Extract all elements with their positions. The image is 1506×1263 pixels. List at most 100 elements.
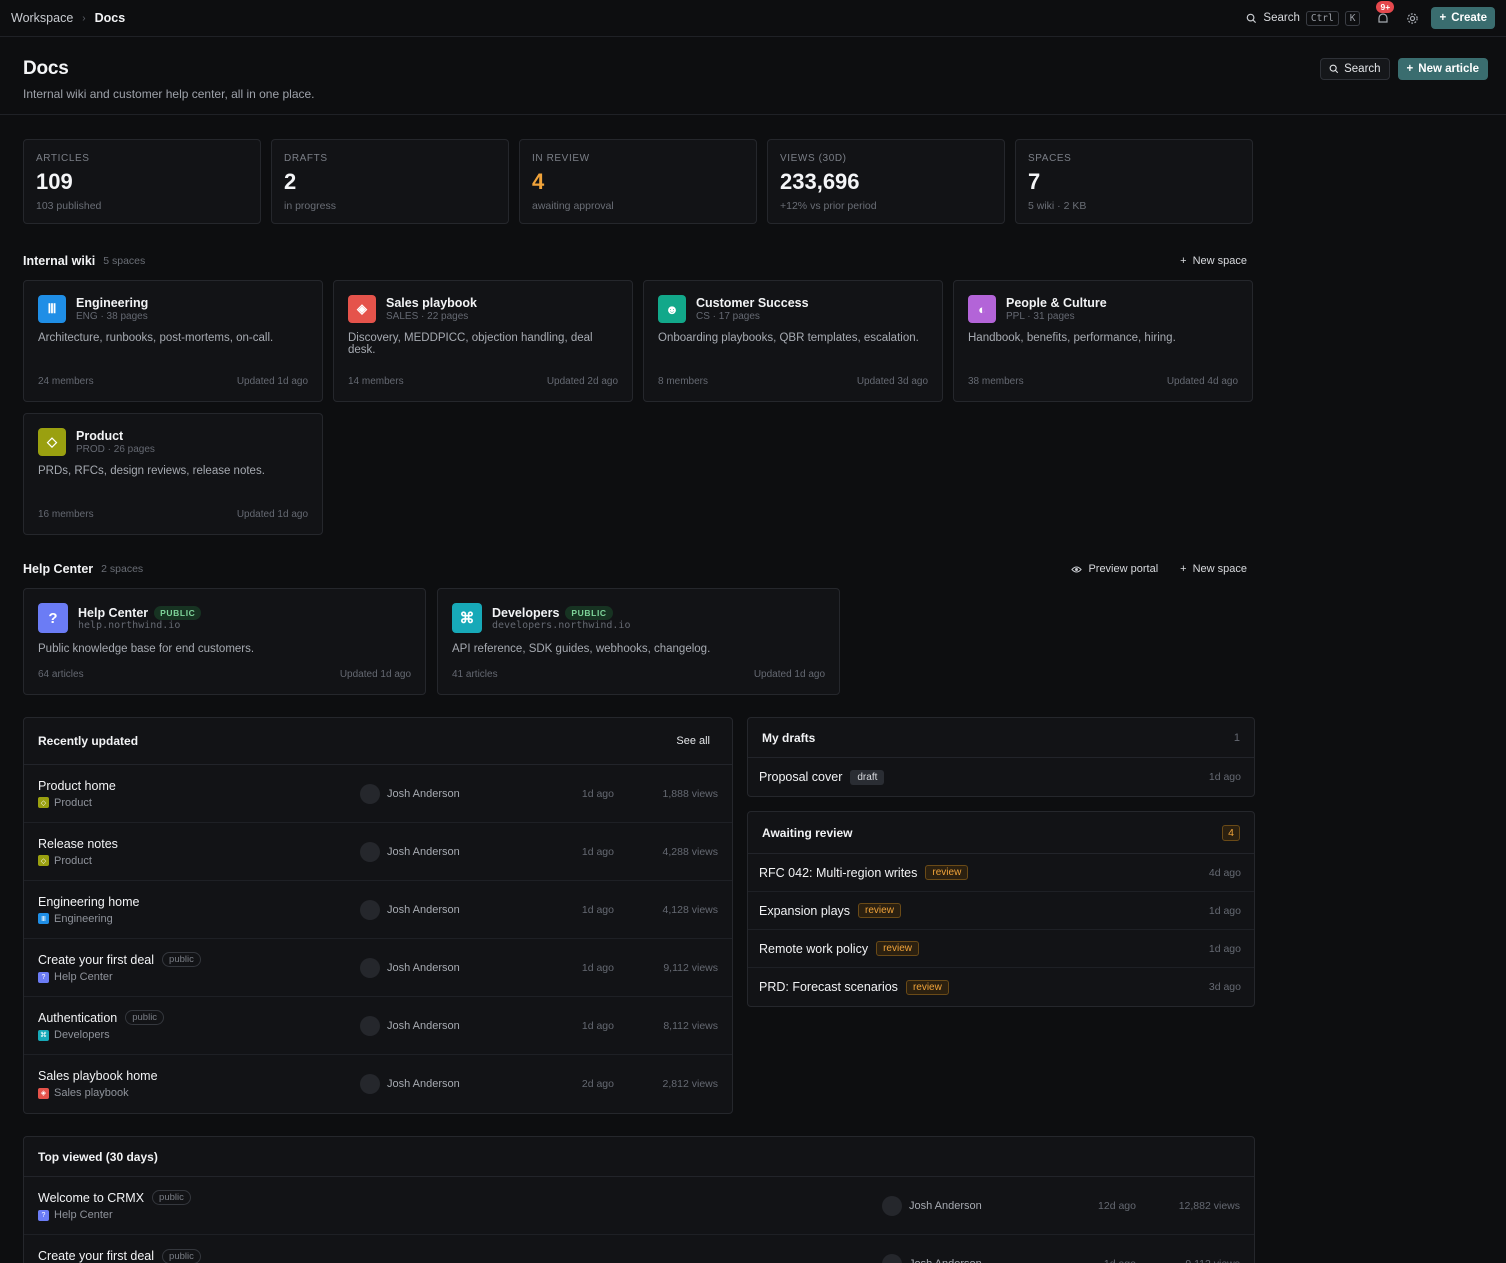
article-space: Help Center bbox=[54, 1209, 113, 1221]
page-header: Docs Internal wiki and customer help cen… bbox=[0, 37, 1506, 115]
preview-portal-button[interactable]: Preview portal bbox=[1071, 563, 1158, 575]
review-row[interactable]: Expansion plays review 1d ago bbox=[748, 892, 1254, 930]
article-title: Welcome to CRMX bbox=[38, 1190, 145, 1205]
updated-time: 1d ago bbox=[581, 1019, 614, 1032]
stat-label: VIEWS (30D) bbox=[780, 153, 847, 164]
space-card[interactable]: ◇ Product PROD · 26 pages PRDs, RFCs, desig… bbox=[23, 413, 323, 535]
article-row[interactable]: Sales playbook home ◈ Sales playbook Josh A… bbox=[24, 1055, 732, 1113]
article-title: Product home bbox=[38, 778, 116, 793]
updated-time: 4d ago bbox=[1208, 866, 1241, 879]
section-count: 2 spaces bbox=[101, 563, 144, 575]
article-row[interactable]: Create your first dealpublic?Help Center… bbox=[24, 939, 732, 997]
notifications-button[interactable]: 9+ bbox=[1372, 1, 1395, 28]
space-members: 8 members bbox=[658, 376, 709, 387]
new-article-button[interactable]: + New article bbox=[1397, 58, 1488, 80]
public-badge: PUBLIC bbox=[565, 605, 613, 620]
space-meta: CS · 17 pages bbox=[696, 311, 760, 322]
space-card[interactable]: ☻ Customer Success CS · 17 pages Onboarding… bbox=[643, 280, 943, 402]
view-count: 9,112 views bbox=[1185, 1258, 1240, 1263]
breadcrumb-workspace[interactable]: Workspace bbox=[11, 11, 73, 25]
space-updated: Updated 2d ago bbox=[546, 376, 618, 387]
article-row[interactable]: Create your first dealpublic?Help Center… bbox=[24, 1235, 1254, 1263]
article-title: Engineering home bbox=[38, 894, 140, 909]
avatar bbox=[360, 841, 380, 862]
article-row[interactable]: Release notes ◇ Product Josh Anderson 1d ago… bbox=[24, 823, 732, 881]
space-updated: Updated 1d ago bbox=[339, 669, 411, 680]
space-icon: ◈ bbox=[38, 1087, 49, 1099]
public-badge: PUBLIC bbox=[154, 605, 202, 620]
gear-icon[interactable] bbox=[1406, 12, 1419, 25]
bell-icon bbox=[1378, 13, 1389, 23]
main-content: ARTICLES 109 103 published DRAFTS 2 in p… bbox=[23, 139, 1255, 1263]
see-all-link[interactable]: See all bbox=[676, 735, 718, 747]
view-count: 1,888 views bbox=[662, 787, 718, 800]
page-subtitle: Internal wiki and customer help center, … bbox=[23, 87, 315, 101]
global-search-label: Search bbox=[1263, 12, 1300, 24]
space-name: Developers bbox=[492, 605, 560, 620]
author-name: Josh Anderson bbox=[387, 1019, 460, 1032]
space-meta: ENG · 38 pages bbox=[76, 311, 148, 322]
article-row[interactable]: Product home ◇ Product Josh Anderson 1d ago 1… bbox=[24, 765, 732, 823]
section-title: Internal wiki bbox=[23, 254, 96, 268]
search-icon bbox=[1247, 13, 1257, 23]
create-button[interactable]: + Create bbox=[1431, 7, 1495, 29]
kbd-k: K bbox=[1344, 10, 1361, 26]
space-description: PRDs, RFCs, design reviews, release note… bbox=[38, 465, 265, 477]
panel-title: Recently updated bbox=[38, 734, 139, 748]
public-tag: public bbox=[162, 1248, 201, 1263]
global-search-button[interactable]: Search Ctrl K bbox=[1246, 10, 1361, 26]
kbd-ctrl: Ctrl bbox=[1305, 10, 1339, 26]
space-icon: ◐ bbox=[968, 295, 996, 323]
search-button[interactable]: Search bbox=[1320, 58, 1390, 80]
panel-title: My drafts bbox=[762, 730, 816, 745]
space-description: Public knowledge base for end customers. bbox=[38, 643, 255, 655]
help-space-card[interactable]: ⌘ Developers PUBLIC developers.northwind.io… bbox=[437, 588, 840, 695]
status-badge: review bbox=[876, 941, 919, 956]
space-card[interactable]: Ⅲ Engineering ENG · 38 pages Architecture, … bbox=[23, 280, 323, 402]
avatar bbox=[360, 899, 380, 920]
stat-card-views: VIEWS (30D) 233,696 +12% vs prior period bbox=[767, 139, 1005, 224]
article-row[interactable]: Authentication public ⌘ Developers Josh Ande… bbox=[24, 997, 732, 1055]
space-description: Architecture, runbooks, post-mortems, on… bbox=[38, 332, 274, 344]
avatar bbox=[882, 1254, 902, 1263]
article-row[interactable]: Welcome to CRMX public? Help Center Josh An… bbox=[24, 1177, 1254, 1235]
help-space-card[interactable]: ? Help Center PUBLIC help.northwind.io Publi… bbox=[23, 588, 426, 695]
stats-row: ARTICLES 109 103 published DRAFTS 2 in p… bbox=[23, 139, 1255, 224]
updated-time: 1d ago bbox=[1104, 1258, 1136, 1263]
avatar bbox=[360, 1015, 380, 1036]
new-article-label: New article bbox=[1418, 63, 1479, 75]
stat-card-spaces: SPACES 7 5 wiki · 2 KB bbox=[1015, 139, 1253, 224]
drafts-row[interactable]: Proposal cover draft 1d ago bbox=[748, 758, 1254, 796]
avatar bbox=[360, 783, 380, 804]
stat-value: 7 bbox=[1028, 169, 1041, 194]
space-card[interactable]: ◈ Sales playbook SALES · 22 pages Discovery… bbox=[333, 280, 633, 402]
space-icon: ◇ bbox=[38, 855, 49, 866]
author-name: Josh Anderson bbox=[387, 787, 460, 800]
article-space: Sales playbook bbox=[54, 1087, 129, 1099]
space-name: Customer Success bbox=[696, 296, 809, 310]
author-name: Josh Anderson bbox=[909, 1258, 982, 1263]
space-card[interactable]: ◐ People & Culture PPL · 31 pages Handbook,… bbox=[953, 280, 1253, 402]
article-title: RFC 042: Multi-region writes bbox=[759, 865, 918, 880]
updated-time: 3d ago bbox=[1208, 981, 1241, 993]
review-row[interactable]: Remote work policy review 1d ago bbox=[748, 930, 1254, 968]
review-row[interactable]: PRD: Forecast scenarios review 3d ago bbox=[748, 968, 1254, 1006]
section-count: 5 spaces bbox=[103, 255, 146, 267]
space-description: Handbook, benefits, performance, hiring. bbox=[968, 332, 1176, 344]
space-meta: PPL · 31 pages bbox=[1006, 311, 1075, 322]
article-title: Create your first deal bbox=[38, 952, 155, 967]
article-row[interactable]: Engineering home Ⅲ Engineering Josh Anderso… bbox=[24, 881, 732, 939]
review-row[interactable]: RFC 042: Multi-region writes review 4d ago bbox=[748, 854, 1254, 892]
public-tag: public bbox=[152, 1190, 191, 1205]
avatar bbox=[882, 1195, 902, 1216]
new-space-label: New space bbox=[1192, 563, 1247, 575]
new-space-button[interactable]: + New space bbox=[1180, 563, 1247, 575]
chevron-right-icon: › bbox=[82, 12, 86, 24]
updated-time: 1d ago bbox=[581, 961, 614, 974]
stat-note: 103 published bbox=[36, 200, 102, 212]
new-space-button[interactable]: + New space bbox=[1180, 255, 1247, 267]
breadcrumb-docs[interactable]: Docs bbox=[95, 11, 126, 25]
recently-updated-panel: Recently updated See all Product home ◇ Pr… bbox=[23, 717, 733, 1114]
stat-note: awaiting approval bbox=[532, 200, 614, 212]
article-title: Authentication bbox=[38, 1010, 118, 1025]
